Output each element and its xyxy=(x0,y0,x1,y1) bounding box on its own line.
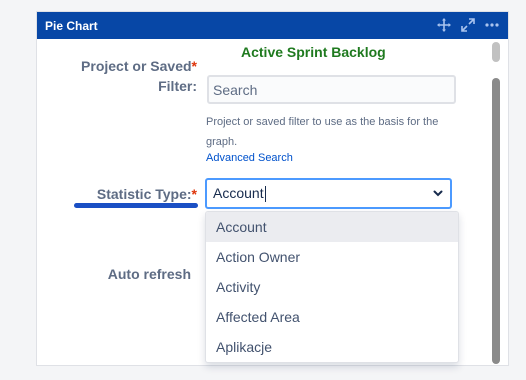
scroll-down-arrow-icon[interactable]: ▼ xyxy=(492,348,500,357)
required-marker: * xyxy=(191,186,197,202)
auto-refresh-label: Auto refresh xyxy=(107,266,191,282)
chevron-down-icon[interactable] xyxy=(432,186,444,202)
annotation-underline xyxy=(74,203,198,208)
scrollbar-top-thumb[interactable] xyxy=(492,42,500,62)
project-filter-label-line2: Filter: xyxy=(158,78,197,94)
statistic-type-select[interactable]: Account xyxy=(205,178,452,209)
statistic-type-value: Account xyxy=(213,184,432,203)
advanced-search-link[interactable]: Advanced Search xyxy=(206,152,293,164)
selected-filter-name: Active Sprint Backlog xyxy=(241,44,386,60)
project-filter-label: Project or Saved* Filter: xyxy=(60,56,197,96)
dropdown-option-affected-area[interactable]: Affected Area xyxy=(206,302,458,332)
dropdown-option-account[interactable]: Account xyxy=(206,212,458,242)
gadget-titlebar: Pie Chart xyxy=(37,12,508,39)
gadget-actions xyxy=(436,16,500,34)
text-cursor xyxy=(264,186,266,203)
dropdown-option-activity[interactable]: Activity xyxy=(206,272,458,302)
gadget-scrollbar[interactable]: ▼ xyxy=(489,40,505,364)
more-icon[interactable] xyxy=(484,16,500,34)
scrollbar-thumb[interactable] xyxy=(492,78,500,364)
expand-icon[interactable] xyxy=(460,16,476,34)
project-filter-label-line1: Project or Saved xyxy=(81,58,192,74)
statistic-type-label: Statistic Type:* xyxy=(60,186,197,202)
statistic-type-value-text: Account xyxy=(213,184,264,201)
dropdown-option-action-owner[interactable]: Action Owner xyxy=(206,242,458,272)
gadget-title: Pie Chart xyxy=(45,18,98,33)
filter-help-text: Project or saved filter to use as the ba… xyxy=(206,116,439,148)
statistic-type-label-text: Statistic Type: xyxy=(96,186,192,202)
filter-search-input[interactable] xyxy=(207,75,456,104)
required-marker: * xyxy=(191,58,197,74)
statistic-type-dropdown: Account Action Owner Activity Affected A… xyxy=(205,211,459,363)
dropdown-option-aplikacje[interactable]: Aplikacje xyxy=(206,332,458,362)
move-icon[interactable] xyxy=(436,16,452,34)
